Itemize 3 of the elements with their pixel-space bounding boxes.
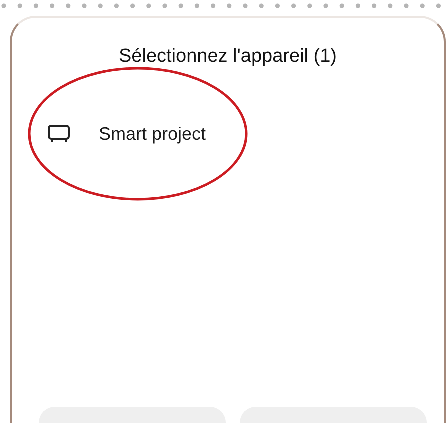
screen-icon: [47, 124, 71, 144]
dialog-title: Sélectionnez l'appareil (1): [118, 45, 338, 68]
device-item[interactable]: Smart project: [12, 122, 267, 146]
